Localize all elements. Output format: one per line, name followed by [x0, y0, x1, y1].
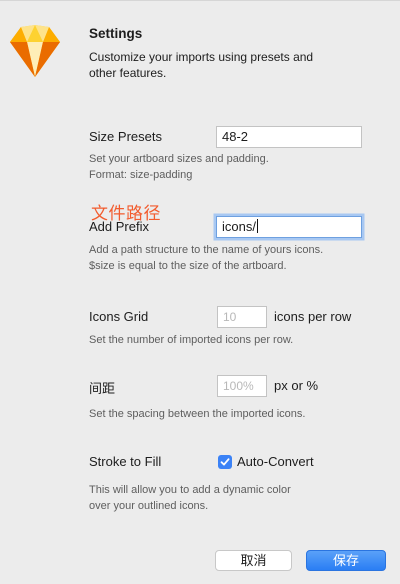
save-button[interactable]: 保存 — [306, 550, 386, 571]
icons-grid-help: Set the number of imported icons per row… — [89, 334, 294, 346]
icons-grid-suffix: icons per row — [274, 309, 352, 324]
size-presets-input[interactable]: 48-2 — [216, 126, 362, 148]
add-prefix-input[interactable]: icons/ — [216, 216, 362, 238]
add-prefix-help: Add a path structure to the name of your… — [89, 244, 324, 272]
size-presets-help: Set your artboard sizes and padding. For… — [89, 153, 269, 181]
cancel-button[interactable]: 取消 — [215, 550, 292, 571]
spacing-placeholder: 100% — [223, 379, 254, 393]
text-caret — [256, 219, 258, 233]
icons-grid-input[interactable]: 10 — [217, 306, 267, 328]
icons-grid-placeholder: 10 — [223, 310, 237, 324]
checkmark-icon — [220, 458, 230, 466]
spacing-label: 间距 — [89, 381, 116, 396]
page-title: Settings — [89, 26, 143, 41]
auto-convert-label[interactable]: Auto-Convert — [237, 454, 314, 469]
stroke-to-fill-label: Stroke to Fill — [89, 454, 162, 469]
spacing-input[interactable]: 100% — [217, 375, 267, 397]
icons-grid-label: Icons Grid — [89, 309, 149, 324]
stroke-to-fill-help: This will allow you to add a dynamic col… — [89, 484, 291, 512]
spacing-help: Set the spacing between the imported ico… — [89, 408, 306, 420]
page-subtitle: Customize your imports using presets and… — [89, 50, 314, 80]
window-top-border — [0, 0, 400, 1]
add-prefix-label: Add Prefix — [89, 219, 149, 234]
spacing-suffix: px or % — [274, 378, 319, 393]
size-presets-label: Size Presets — [89, 129, 162, 144]
auto-convert-checkbox[interactable] — [218, 455, 232, 469]
add-prefix-value: icons/ — [222, 219, 256, 234]
size-presets-value: 48-2 — [222, 129, 249, 144]
sketch-logo-icon — [10, 25, 60, 77]
